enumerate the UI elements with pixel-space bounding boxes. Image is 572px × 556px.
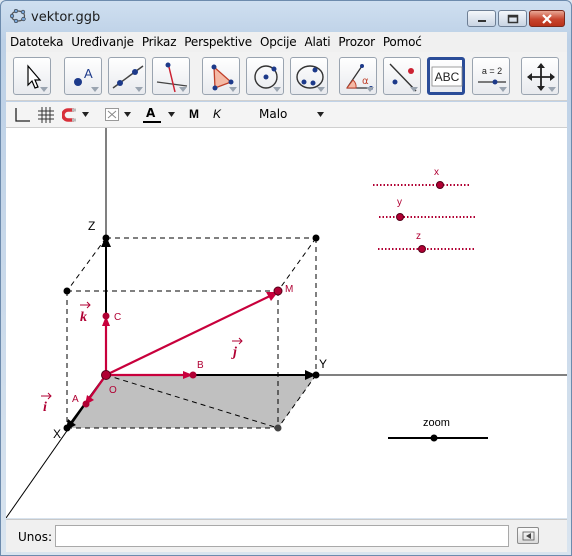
slider-x[interactable]: x xyxy=(373,167,471,189)
text-color-underline-icon xyxy=(143,121,161,123)
svg-text:k: k xyxy=(80,310,87,325)
reflect-tool-button[interactable] xyxy=(383,57,421,95)
minimize-button[interactable] xyxy=(467,10,496,27)
svg-text:j: j xyxy=(231,345,237,360)
vector-j-label: j xyxy=(231,337,243,360)
geogebra-logo-icon xyxy=(9,8,26,28)
graphics-view[interactable]: Z Y X O M B C A k j i x y z zoom xyxy=(6,128,567,518)
text-abc-icon: ABC xyxy=(431,66,463,87)
point-a-label: A xyxy=(72,394,79,405)
slider-y[interactable]: y xyxy=(379,197,477,221)
toolbar: A α ABC a = 2 xyxy=(6,52,567,101)
move-tool-button[interactable] xyxy=(13,57,51,95)
vector-om[interactable] xyxy=(105,292,278,376)
show-axes-icon[interactable] xyxy=(13,107,31,123)
font-size-select[interactable]: Malo xyxy=(259,107,287,121)
maximize-button[interactable] xyxy=(498,10,527,27)
point-capturing-magnet-icon[interactable] xyxy=(62,108,78,122)
menu-datoteka[interactable]: Datoteka xyxy=(6,35,67,49)
point-c-label: C xyxy=(114,312,121,323)
point-b[interactable] xyxy=(189,371,197,379)
slider-zoom[interactable]: zoom xyxy=(388,417,488,442)
move-view-tool-button[interactable] xyxy=(521,57,559,95)
point-o[interactable] xyxy=(101,370,111,380)
point-m[interactable] xyxy=(273,286,283,296)
z-axis-label: Z xyxy=(88,219,95,233)
chevron-down-icon[interactable] xyxy=(82,112,90,118)
minimize-icon xyxy=(477,19,486,22)
svg-text:zoom: zoom xyxy=(423,417,450,429)
point-box-top-1[interactable] xyxy=(102,234,110,242)
angle-tool-button[interactable]: α xyxy=(339,57,377,95)
input-bar: Unos: xyxy=(6,519,567,552)
title-bar: vektor.ggb xyxy=(1,1,571,31)
input-help-button[interactable] xyxy=(517,527,539,544)
svg-text:z: z xyxy=(416,231,421,242)
chevron-down-icon[interactable] xyxy=(317,112,325,118)
menu-pomoc[interactable]: Pomoć xyxy=(379,35,426,49)
maximize-icon xyxy=(507,14,518,23)
menu-uredivanje[interactable]: Uređivanje xyxy=(67,35,138,49)
point-box-top-2[interactable] xyxy=(312,234,320,242)
triangle-left-icon xyxy=(522,531,535,541)
bold-button[interactable]: M xyxy=(189,107,199,121)
menu-prozor[interactable]: Prozor xyxy=(334,35,378,49)
menu-perspektive[interactable]: Perspektive xyxy=(180,35,256,49)
close-button[interactable] xyxy=(529,10,565,27)
menu-alati[interactable]: Alati xyxy=(300,35,334,49)
perpendicular-tool-button[interactable] xyxy=(152,57,190,95)
input-field[interactable] xyxy=(55,525,509,547)
point-c[interactable] xyxy=(102,312,110,320)
graphics-svg[interactable]: Z Y X O M B C A k j i x y z zoom xyxy=(6,128,567,518)
slider-z[interactable]: z xyxy=(378,231,476,253)
svg-text:i: i xyxy=(43,400,47,415)
vector-i-label: i xyxy=(41,392,52,415)
menu-prikaz[interactable]: Prikaz xyxy=(138,35,180,49)
style-bar: A M K Malo xyxy=(6,102,567,128)
window-title: vektor.ggb xyxy=(31,10,101,25)
vector-oc[interactable] xyxy=(102,316,110,375)
svg-text:A: A xyxy=(84,66,93,81)
point-box-top-3[interactable] xyxy=(63,287,71,295)
italic-button[interactable]: K xyxy=(213,107,221,121)
shaded-base-plane xyxy=(67,375,316,428)
circle-tool-button[interactable] xyxy=(246,57,284,95)
input-label: Unos: xyxy=(18,530,53,544)
line-tool-button[interactable] xyxy=(108,57,146,95)
x-axis-label: X xyxy=(53,427,61,441)
menu-opcije[interactable]: Opcije xyxy=(256,35,301,49)
point-a[interactable] xyxy=(82,400,90,408)
point-m-label: M xyxy=(285,284,293,295)
svg-text:ABC: ABC xyxy=(435,70,460,84)
app-window: vektor.ggb Datoteka Uređivanje Prikaz Pe… xyxy=(0,0,572,556)
point-y-axis-end[interactable] xyxy=(312,371,320,379)
svg-text:x: x xyxy=(434,167,439,178)
point-b-label: B xyxy=(197,360,204,371)
slider-tool-button[interactable]: a = 2 xyxy=(472,57,510,95)
point-base-corner[interactable] xyxy=(274,424,282,432)
y-axis-label: Y xyxy=(319,357,327,371)
svg-text:y: y xyxy=(397,197,402,208)
menu-bar: Datoteka Uređivanje Prikaz Perspektive O… xyxy=(6,32,567,52)
point-x-axis-end[interactable] xyxy=(63,424,71,432)
point-tool-button[interactable]: A xyxy=(64,57,102,95)
polygon-tool-button[interactable] xyxy=(202,57,240,95)
svg-text:α: α xyxy=(362,76,369,87)
text-color-button[interactable]: A xyxy=(146,106,155,120)
close-icon xyxy=(542,13,552,24)
chevron-down-icon[interactable] xyxy=(124,112,132,118)
svg-text:a = 2: a = 2 xyxy=(482,66,502,76)
point-style-icon[interactable] xyxy=(105,108,119,121)
show-grid-icon[interactable] xyxy=(37,107,55,123)
point-o-label: O xyxy=(109,385,117,396)
text-tool-button[interactable]: ABC xyxy=(427,57,465,95)
conic-tool-button[interactable] xyxy=(290,57,328,95)
vector-k-label: k xyxy=(80,301,91,325)
chevron-down-icon[interactable] xyxy=(168,112,176,118)
